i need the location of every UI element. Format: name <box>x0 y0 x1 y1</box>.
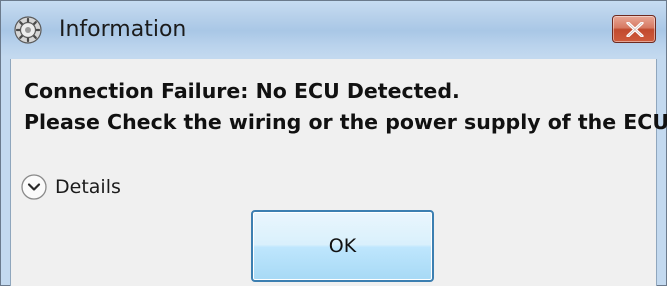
dialog-content: Connection Failure: No ECU Detected. Ple… <box>10 59 667 286</box>
chevron-down-icon[interactable] <box>20 173 48 201</box>
close-button[interactable] <box>612 15 656 43</box>
close-icon <box>626 22 644 37</box>
gear-icon <box>14 16 42 44</box>
error-message-line-1: Connection Failure: No ECU Detected. <box>24 79 460 103</box>
ok-button[interactable]: OK <box>251 210 434 282</box>
window-title: Information <box>59 17 187 42</box>
information-dialog: Information Connection Failure: No ECU D… <box>0 0 667 286</box>
details-label[interactable]: Details <box>55 174 121 200</box>
title-bar[interactable]: Information <box>1 1 666 59</box>
error-message-line-2: Please Check the wiring or the power sup… <box>24 110 667 134</box>
